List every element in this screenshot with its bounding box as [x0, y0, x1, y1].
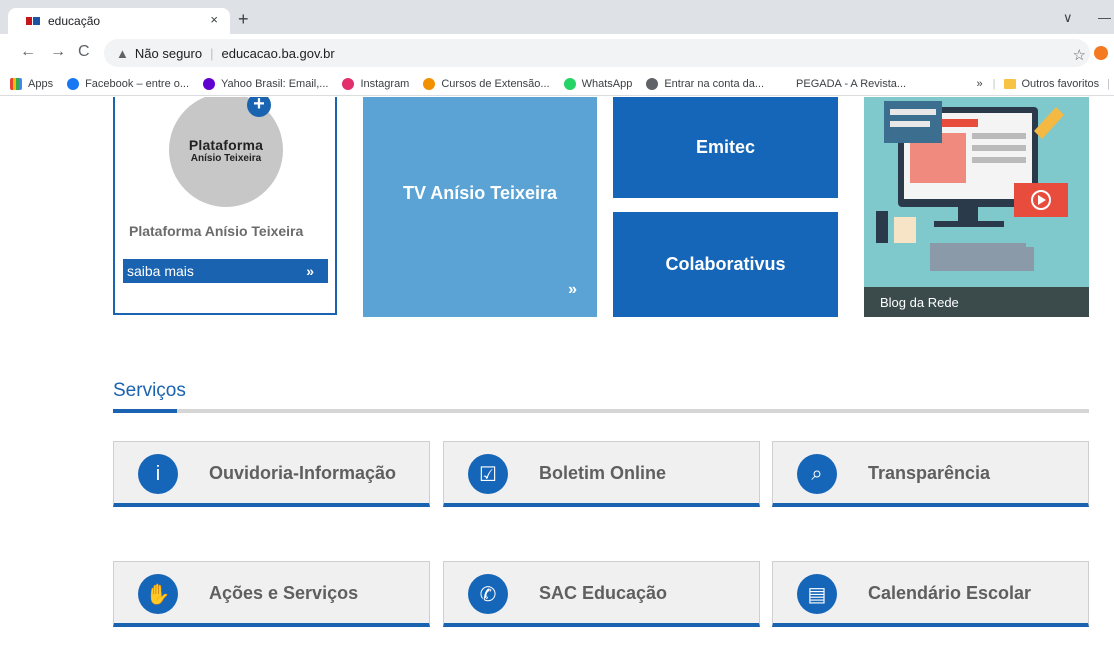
colaborativus-tile[interactable]: Colaborativus [613, 212, 838, 317]
plataforma-title: Plataforma Anísio Teixeira [129, 223, 304, 239]
tab-close-icon[interactable]: × [210, 12, 218, 27]
blog-da-rede-tile[interactable]: Blog da Rede [864, 97, 1089, 317]
tab-search-chevron-icon[interactable]: ∨ [1063, 10, 1073, 26]
bookmark-label: Facebook – entre o... [85, 77, 190, 90]
browser-tab-strip: educação × + ∨ — [0, 0, 1114, 34]
double-chevron-icon: » [568, 281, 577, 298]
back-icon[interactable]: ← [20, 44, 36, 60]
section-title-servicos: Serviços [113, 380, 186, 401]
logo-line2: Anísio Teixeira [190, 152, 262, 164]
bookmark-item[interactable]: Facebook – entre o... [67, 77, 190, 90]
bookmark-label: Instagram [360, 77, 410, 90]
emitec-tile[interactable]: Emitec [613, 97, 838, 198]
bookmark-favicon-icon [563, 77, 576, 90]
browser-tab[interactable]: educação × [8, 8, 230, 34]
bookmarks-more-button[interactable]: » [977, 78, 983, 90]
divider: | [992, 78, 996, 90]
forward-icon[interactable]: → [50, 44, 66, 60]
bookmark-item[interactable]: WhatsApp [563, 77, 633, 90]
url-text[interactable]: educacao.ba.gov.br [221, 46, 334, 61]
bookmark-favicon-icon [646, 77, 659, 90]
bookmark-item[interactable]: Yahoo Brasil: Email,... [203, 77, 329, 90]
security-label[interactable]: Não seguro [135, 46, 202, 61]
double-chevron-icon: » [306, 263, 314, 279]
bookmark-label: Entrar na conta da... [664, 77, 765, 90]
bookmarks-right: » | Outros favoritos | [976, 72, 1114, 95]
servico-card[interactable]: ▤ Calendário Escolar [772, 561, 1089, 627]
bookmark-favicon-icon [342, 77, 355, 90]
saiba-mais-label: saiba mais [127, 263, 194, 279]
warning-icon[interactable]: ▲ [116, 46, 129, 61]
servico-card[interactable]: i Ouvidoria-Informação [113, 441, 430, 507]
bookmark-favicon-icon [10, 77, 22, 90]
tab-title: educação [48, 14, 101, 28]
servico-card[interactable]: ✋ Ações e Serviços [113, 561, 430, 627]
bookmark-favicon-icon [423, 77, 436, 90]
bookmark-label: WhatsApp [581, 77, 633, 90]
servico-label: Calendário Escolar [868, 582, 1032, 603]
address-bar[interactable]: ▲ Não seguro | educacao.ba.gov.br [104, 39, 1090, 67]
new-tab-button[interactable]: + [238, 10, 249, 28]
bahia-favicon-icon [26, 16, 40, 26]
blog-illustration [876, 101, 1068, 271]
other-favorites[interactable]: Outros favoritos [1022, 78, 1100, 90]
servico-card[interactable]: ⌕ Transparência [772, 441, 1089, 507]
bookmarks-bar: Apps Facebook – entre o... Yahoo Brasil: E… [0, 72, 1114, 96]
servico-label: Ouvidoria-Informação [209, 462, 397, 483]
bookmark-favicon-icon [203, 77, 216, 90]
calendar-icon: ▤ [797, 574, 837, 614]
bookmark-item[interactable]: Apps [10, 77, 54, 90]
bookmark-star-icon[interactable]: ☆ [1073, 46, 1086, 64]
address-bar-row: ← → C ▲ Não seguro | educacao.ba.gov.br … [0, 34, 1114, 72]
reload-icon[interactable]: C [78, 44, 90, 60]
blog-da-rede-label: Blog da Rede [864, 287, 1089, 317]
bookmark-item[interactable]: PEGADA - A Revista... [778, 77, 907, 90]
bookmark-label: Yahoo Brasil: Email,... [221, 77, 329, 90]
hand-icon: ✋ [138, 574, 178, 614]
bookmark-label: Cursos de Extensão... [441, 77, 550, 90]
bookmark-favicon-icon [67, 77, 80, 90]
servico-label: Boletim Online [539, 462, 667, 483]
plataforma-card[interactable]: Plataforma Anísio Teixeira + Plataforma … [113, 97, 337, 315]
folder-icon [1003, 79, 1016, 89]
servico-label: Ações e Serviços [209, 582, 359, 603]
saiba-mais-button[interactable]: saiba mais » [123, 259, 328, 283]
emitec-title: Emitec [695, 137, 756, 157]
divider: | [1107, 78, 1110, 90]
logo-line1: Plataforma [188, 136, 264, 153]
bookmark-item[interactable]: Instagram [342, 77, 410, 90]
page-content: Plataforma Anísio Teixeira + Plataforma … [0, 97, 1114, 648]
minimize-button[interactable]: — [1098, 10, 1111, 25]
servico-label: Transparência [868, 462, 991, 483]
omnibox-separator: | [210, 45, 214, 61]
servico-card[interactable]: ✆ SAC Educação [443, 561, 760, 627]
phone-icon: ✆ [468, 574, 508, 614]
extension-icon[interactable] [1094, 46, 1108, 60]
info-icon: i [138, 454, 178, 494]
tv-anisio-tile[interactable]: TV Anísio Teixeira » [363, 97, 597, 317]
colaborativus-title: Colaborativus [665, 254, 786, 274]
tv-anisio-title: TV Anísio Teixeira [402, 183, 558, 203]
magnifier-icon: ⌕ [797, 454, 837, 494]
servico-card[interactable]: ☑ Boletim Online [443, 441, 760, 507]
bookmark-item[interactable]: Entrar na conta da... [646, 77, 765, 90]
bookmark-favicon-icon [778, 77, 791, 90]
checkbox-icon: ☑ [468, 454, 508, 494]
servico-label: SAC Educação [539, 582, 668, 603]
bookmark-label: Apps [28, 77, 54, 90]
section-divider [113, 409, 1089, 413]
bookmark-item[interactable]: Cursos de Extensão... [423, 77, 550, 90]
bookmark-label: PEGADA - A Revista... [796, 77, 907, 90]
